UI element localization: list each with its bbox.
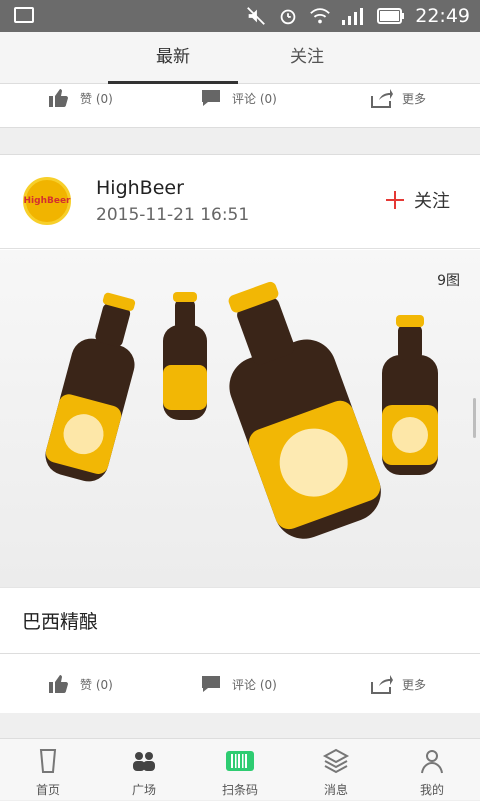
- like-label: 赞 (0): [80, 91, 113, 106]
- comment-label: 评论 (0): [232, 677, 277, 692]
- gallery-notification-icon: [14, 7, 34, 23]
- like-label: 赞 (0): [80, 677, 113, 692]
- beer-glass-icon: [39, 749, 57, 773]
- share-icon: [371, 675, 393, 694]
- battery-icon: [377, 8, 405, 24]
- card-header: HighBeer HighBeer 2015-11-21 16:51 关注: [0, 155, 480, 249]
- bottom-navigation: 首页 广场 扫条码 消息 我的: [0, 738, 480, 800]
- status-icons: 22:49: [245, 4, 470, 28]
- person-icon: [421, 750, 443, 774]
- layers-icon: [322, 748, 350, 774]
- tab-latest[interactable]: 最新: [108, 32, 238, 84]
- beer-bottles-illustration: [45, 281, 438, 539]
- mute-icon: [247, 7, 266, 25]
- post-date: 2015-11-21 16:51: [96, 205, 250, 225]
- post-caption: 巴西精酿: [22, 611, 99, 633]
- like-button[interactable]: 赞 (0): [46, 654, 113, 714]
- signal-icon: [342, 8, 364, 25]
- more-label: 更多: [402, 677, 427, 692]
- nav-plaza-label: 广场: [131, 783, 156, 797]
- comment-icon: [202, 90, 220, 106]
- avatar[interactable]: HighBeer: [23, 177, 71, 225]
- comment-button[interactable]: 评论 (0): [198, 84, 277, 112]
- nav-mine[interactable]: 我的: [384, 739, 480, 801]
- more-label: 更多: [402, 91, 427, 106]
- comment-icon: [202, 676, 220, 692]
- nav-plaza[interactable]: 广场: [96, 739, 192, 801]
- nav-home[interactable]: 首页: [0, 739, 96, 801]
- like-button[interactable]: 赞 (0): [46, 84, 113, 112]
- scrollbar-thumb[interactable]: [473, 398, 476, 438]
- nav-home-label: 首页: [35, 783, 60, 797]
- nav-messages-label: 消息: [323, 783, 348, 797]
- username[interactable]: HighBeer: [96, 177, 184, 199]
- post-image[interactable]: 9图: [0, 250, 480, 588]
- avatar-text: HighBeer: [23, 196, 71, 206]
- more-button[interactable]: 更多: [368, 654, 426, 714]
- nav-mine-label: 我的: [419, 783, 444, 797]
- feed-card: HighBeer HighBeer 2015-11-21 16:51 关注 9图: [0, 154, 480, 713]
- wifi-icon: [310, 8, 331, 24]
- nav-scan-label: 扫条码: [221, 783, 258, 797]
- follow-label: 关注: [414, 191, 450, 212]
- status-bar: 22:49: [0, 0, 480, 32]
- top-tabs: 最新 关注: [0, 32, 480, 84]
- post-action-bar: 赞 (0) 评论 (0) 更多: [0, 653, 480, 713]
- nav-scan-barcode[interactable]: 扫条码: [192, 739, 288, 801]
- comment-button[interactable]: 评论 (0): [198, 654, 277, 714]
- people-icon: [133, 752, 155, 771]
- plus-icon: [386, 191, 404, 209]
- clock: 22:49: [415, 5, 470, 27]
- thumbs-up-icon: [49, 675, 68, 693]
- follow-button[interactable]: 关注: [386, 187, 450, 213]
- comment-label: 评论 (0): [232, 91, 277, 106]
- share-icon: [371, 89, 393, 108]
- nav-messages[interactable]: 消息: [288, 739, 384, 801]
- thumbs-up-icon: [49, 89, 68, 107]
- barcode-icon: [226, 751, 254, 771]
- alarm-icon: [280, 9, 296, 25]
- tab-follow[interactable]: 关注: [242, 32, 372, 84]
- more-button[interactable]: 更多: [368, 84, 426, 112]
- image-count-badge: 9图: [437, 273, 460, 289]
